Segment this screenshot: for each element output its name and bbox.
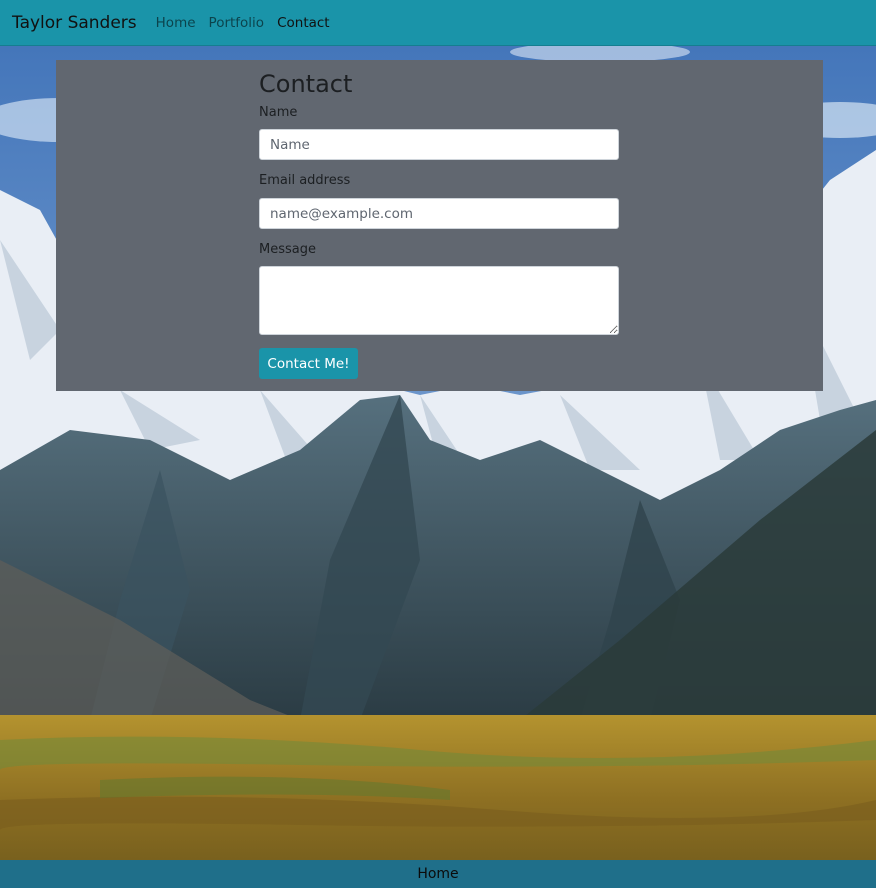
message-label: Message [259,242,316,257]
contact-me-button[interactable]: Contact Me! [259,348,358,379]
nav-link-portfolio[interactable]: Portfolio [209,15,265,31]
page-title: Contact [259,70,353,98]
nav-link-home[interactable]: Home [156,15,196,31]
email-label: Email address [259,173,351,188]
footer-home-link[interactable]: Home [417,866,458,882]
nav-link-contact[interactable]: Contact [277,15,330,31]
name-input[interactable] [259,129,619,160]
message-textarea[interactable] [259,266,619,335]
contact-panel: Contact Name Email address Message Conta… [56,60,823,391]
footer-bar: Home [0,860,876,888]
nav-links: Home Portfolio Contact [156,15,343,31]
top-navbar: Taylor Sanders Home Portfolio Contact [0,0,876,46]
brand-link[interactable]: Taylor Sanders [12,13,137,33]
name-label: Name [259,105,298,120]
email-input[interactable] [259,198,619,229]
